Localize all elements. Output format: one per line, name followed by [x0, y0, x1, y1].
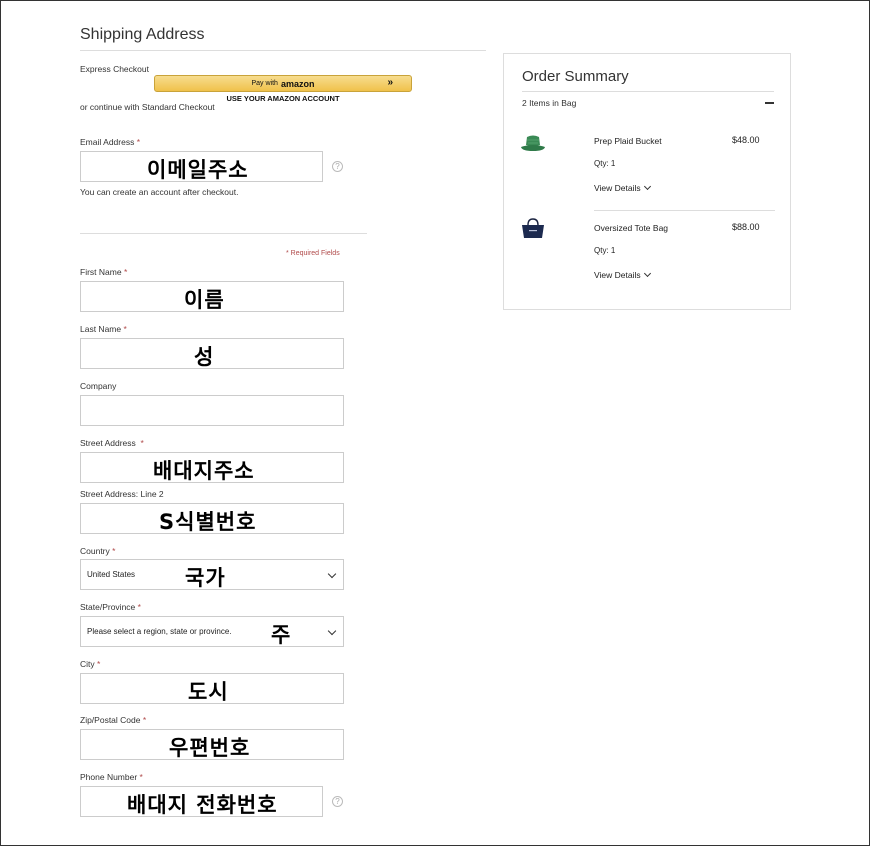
zip-field[interactable]: 우편번호	[80, 729, 344, 760]
view-details-link[interactable]: View Details	[594, 182, 651, 193]
page-title: Shipping Address	[80, 26, 205, 43]
item-price: $88.00	[732, 222, 760, 232]
country-select[interactable]: United States 국가	[80, 559, 344, 590]
double-arrow-icon: »	[387, 77, 393, 88]
country-value: United States	[87, 570, 136, 579]
order-summary-panel: Order Summary 2 Items in Bag Prep Plaid …	[503, 53, 791, 310]
chevron-down-icon	[327, 626, 337, 636]
street2-overlay: S식별번호	[159, 510, 257, 534]
state-select[interactable]: Please select a region, state or provinc…	[80, 616, 344, 647]
city-field[interactable]: 도시	[80, 673, 344, 704]
express-checkout-label: Express Checkout	[80, 64, 149, 74]
company-field[interactable]	[80, 395, 344, 426]
bucket-hat-thumbnail	[521, 135, 545, 151]
amazon-pay-prefix: Pay with	[251, 80, 278, 87]
item-qty: Qty: 1	[594, 159, 616, 168]
city-overlay: 도시	[188, 680, 229, 704]
last-name-overlay: 성	[194, 345, 215, 369]
state-placeholder: Please select a region, state or provinc…	[87, 627, 232, 636]
phone-overlay: 배대지 전화번호	[127, 793, 278, 817]
street-label: Street Address *	[80, 438, 144, 448]
chevron-down-icon	[643, 182, 651, 191]
chevron-down-icon	[327, 569, 337, 579]
section-divider	[80, 233, 367, 234]
zip-overlay: 우편번호	[169, 736, 251, 760]
amazon-pay-button[interactable]: Pay with amazon »	[154, 75, 412, 92]
collapse-minus-icon[interactable]	[765, 102, 774, 104]
first-name-overlay: 이름	[184, 288, 225, 312]
email-overlay: 이메일주소	[147, 158, 249, 182]
item-name: Prep Plaid Bucket	[594, 136, 662, 146]
summary-divider	[522, 91, 774, 92]
country-overlay: 국가	[185, 566, 226, 590]
chevron-down-icon	[643, 269, 651, 278]
title-divider	[80, 50, 486, 51]
help-icon[interactable]: ?	[332, 161, 343, 172]
bag-item-count: 2 Items in Bag	[522, 98, 577, 108]
country-label: Country *	[80, 546, 116, 556]
last-name-label: Last Name *	[80, 324, 127, 334]
city-label: City *	[80, 659, 101, 669]
email-field[interactable]: 이메일주소	[80, 151, 323, 182]
first-name-field[interactable]: 이름	[80, 281, 344, 312]
street-address-line2-field[interactable]: S식별번호	[80, 503, 344, 534]
help-icon[interactable]: ?	[332, 796, 343, 807]
required-fields-note: * Required Fields	[286, 250, 340, 257]
standard-checkout-label: or continue with Standard Checkout	[80, 102, 215, 112]
company-label: Company	[80, 381, 117, 391]
amazon-logo: amazon	[280, 78, 315, 89]
email-note: You can create an account after checkout…	[80, 187, 239, 197]
state-label: State/Province *	[80, 602, 141, 612]
item-price: $48.00	[732, 135, 760, 145]
item-name: Oversized Tote Bag	[594, 223, 669, 233]
street2-label: Street Address: Line 2	[80, 489, 164, 499]
last-name-field[interactable]: 성	[80, 338, 344, 369]
street-address-field[interactable]: 배대지주소	[80, 452, 344, 483]
order-summary-title: Order Summary	[522, 68, 629, 85]
item-qty: Qty: 1	[594, 246, 616, 255]
item-divider	[594, 210, 775, 211]
tote-bag-thumbnail	[522, 218, 544, 238]
email-label: Email Address *	[80, 137, 141, 147]
phone-label: Phone Number *	[80, 772, 143, 782]
first-name-label: First Name *	[80, 267, 128, 277]
view-details-link[interactable]: View Details	[594, 269, 651, 280]
zip-label: Zip/Postal Code *	[80, 715, 147, 725]
state-overlay: 주	[271, 623, 292, 647]
phone-field[interactable]: 배대지 전화번호	[80, 786, 323, 817]
street-overlay: 배대지주소	[153, 459, 255, 483]
